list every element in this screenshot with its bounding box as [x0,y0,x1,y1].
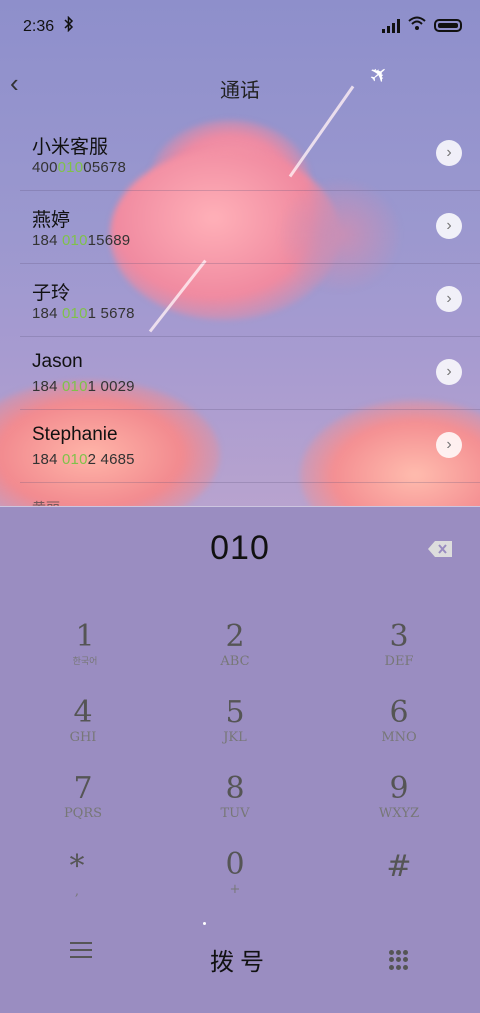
decorative-dot [203,922,206,925]
status-icons [382,16,462,35]
contact-row[interactable]: Jason 184 0101 0029 › [20,337,480,410]
backspace-icon[interactable] [428,541,452,557]
key-5[interactable]: 5 JKL [180,696,290,766]
key-star[interactable]: *, [22,850,132,920]
contact-row[interactable]: 子玲 184 0101 5678 › [20,264,480,337]
header-bar: ‹ 通话 [0,62,480,108]
chevron-right-icon[interactable]: › [436,286,462,312]
key-3[interactable]: 3 DEF [344,620,454,690]
chevron-right-icon[interactable]: › [436,359,462,385]
contact-row[interactable]: Stephanie 184 0102 4685 › [20,410,480,483]
wifi-icon [408,16,426,35]
key-2[interactable]: 2 ABC [180,620,290,690]
contact-number: 184 0101 0029 [32,378,135,395]
key-7[interactable]: 7 PQRS [28,772,138,842]
contact-number: 184 0101 5678 [32,305,135,322]
key-4[interactable]: 4 GHI [28,696,138,766]
contact-number: 184 0102 4685 [32,451,135,468]
key-8[interactable]: 8 TUV [180,772,290,842]
chevron-right-icon[interactable]: › [436,213,462,239]
status-bar: 2:36 [0,0,480,52]
contact-number: 40001005678 [32,159,126,176]
contact-row[interactable]: 小米客服 40001005678 › [20,118,480,191]
bluetooth-icon [64,15,74,36]
chevron-right-icon[interactable]: › [436,140,462,166]
chevron-right-icon[interactable]: › [436,432,462,458]
contact-name: 子玲 [32,283,71,304]
dial-button[interactable]: 拨号 [190,942,290,977]
page-title: 通话 [220,80,260,102]
dialed-number-display: 010 [210,529,270,567]
key-1[interactable]: 1 한국어 [30,620,140,690]
key-9[interactable]: 9 WXYZ [344,772,454,842]
key-0[interactable]: 0 + [180,848,290,918]
contact-name: 小米客服 [32,137,109,158]
key-hash[interactable]: # [344,850,454,920]
contact-name: Jason [32,351,83,372]
contact-number: 184 01015689 [32,232,131,249]
contact-name: 燕婷 [32,210,71,231]
key-6[interactable]: 6 MNO [344,696,454,766]
contact-name: Stephanie [32,424,118,445]
status-time: 2:36 [23,18,55,35]
battery-icon [434,19,462,32]
contact-results-list: 小米客服 40001005678 › 燕婷 184 01015689 › 子玲 … [0,118,480,483]
signal-icon [382,18,400,33]
menu-icon[interactable] [70,942,92,960]
contact-row[interactable]: 燕婷 184 01015689 › [20,191,480,264]
keypad-toggle-icon[interactable] [389,950,409,970]
